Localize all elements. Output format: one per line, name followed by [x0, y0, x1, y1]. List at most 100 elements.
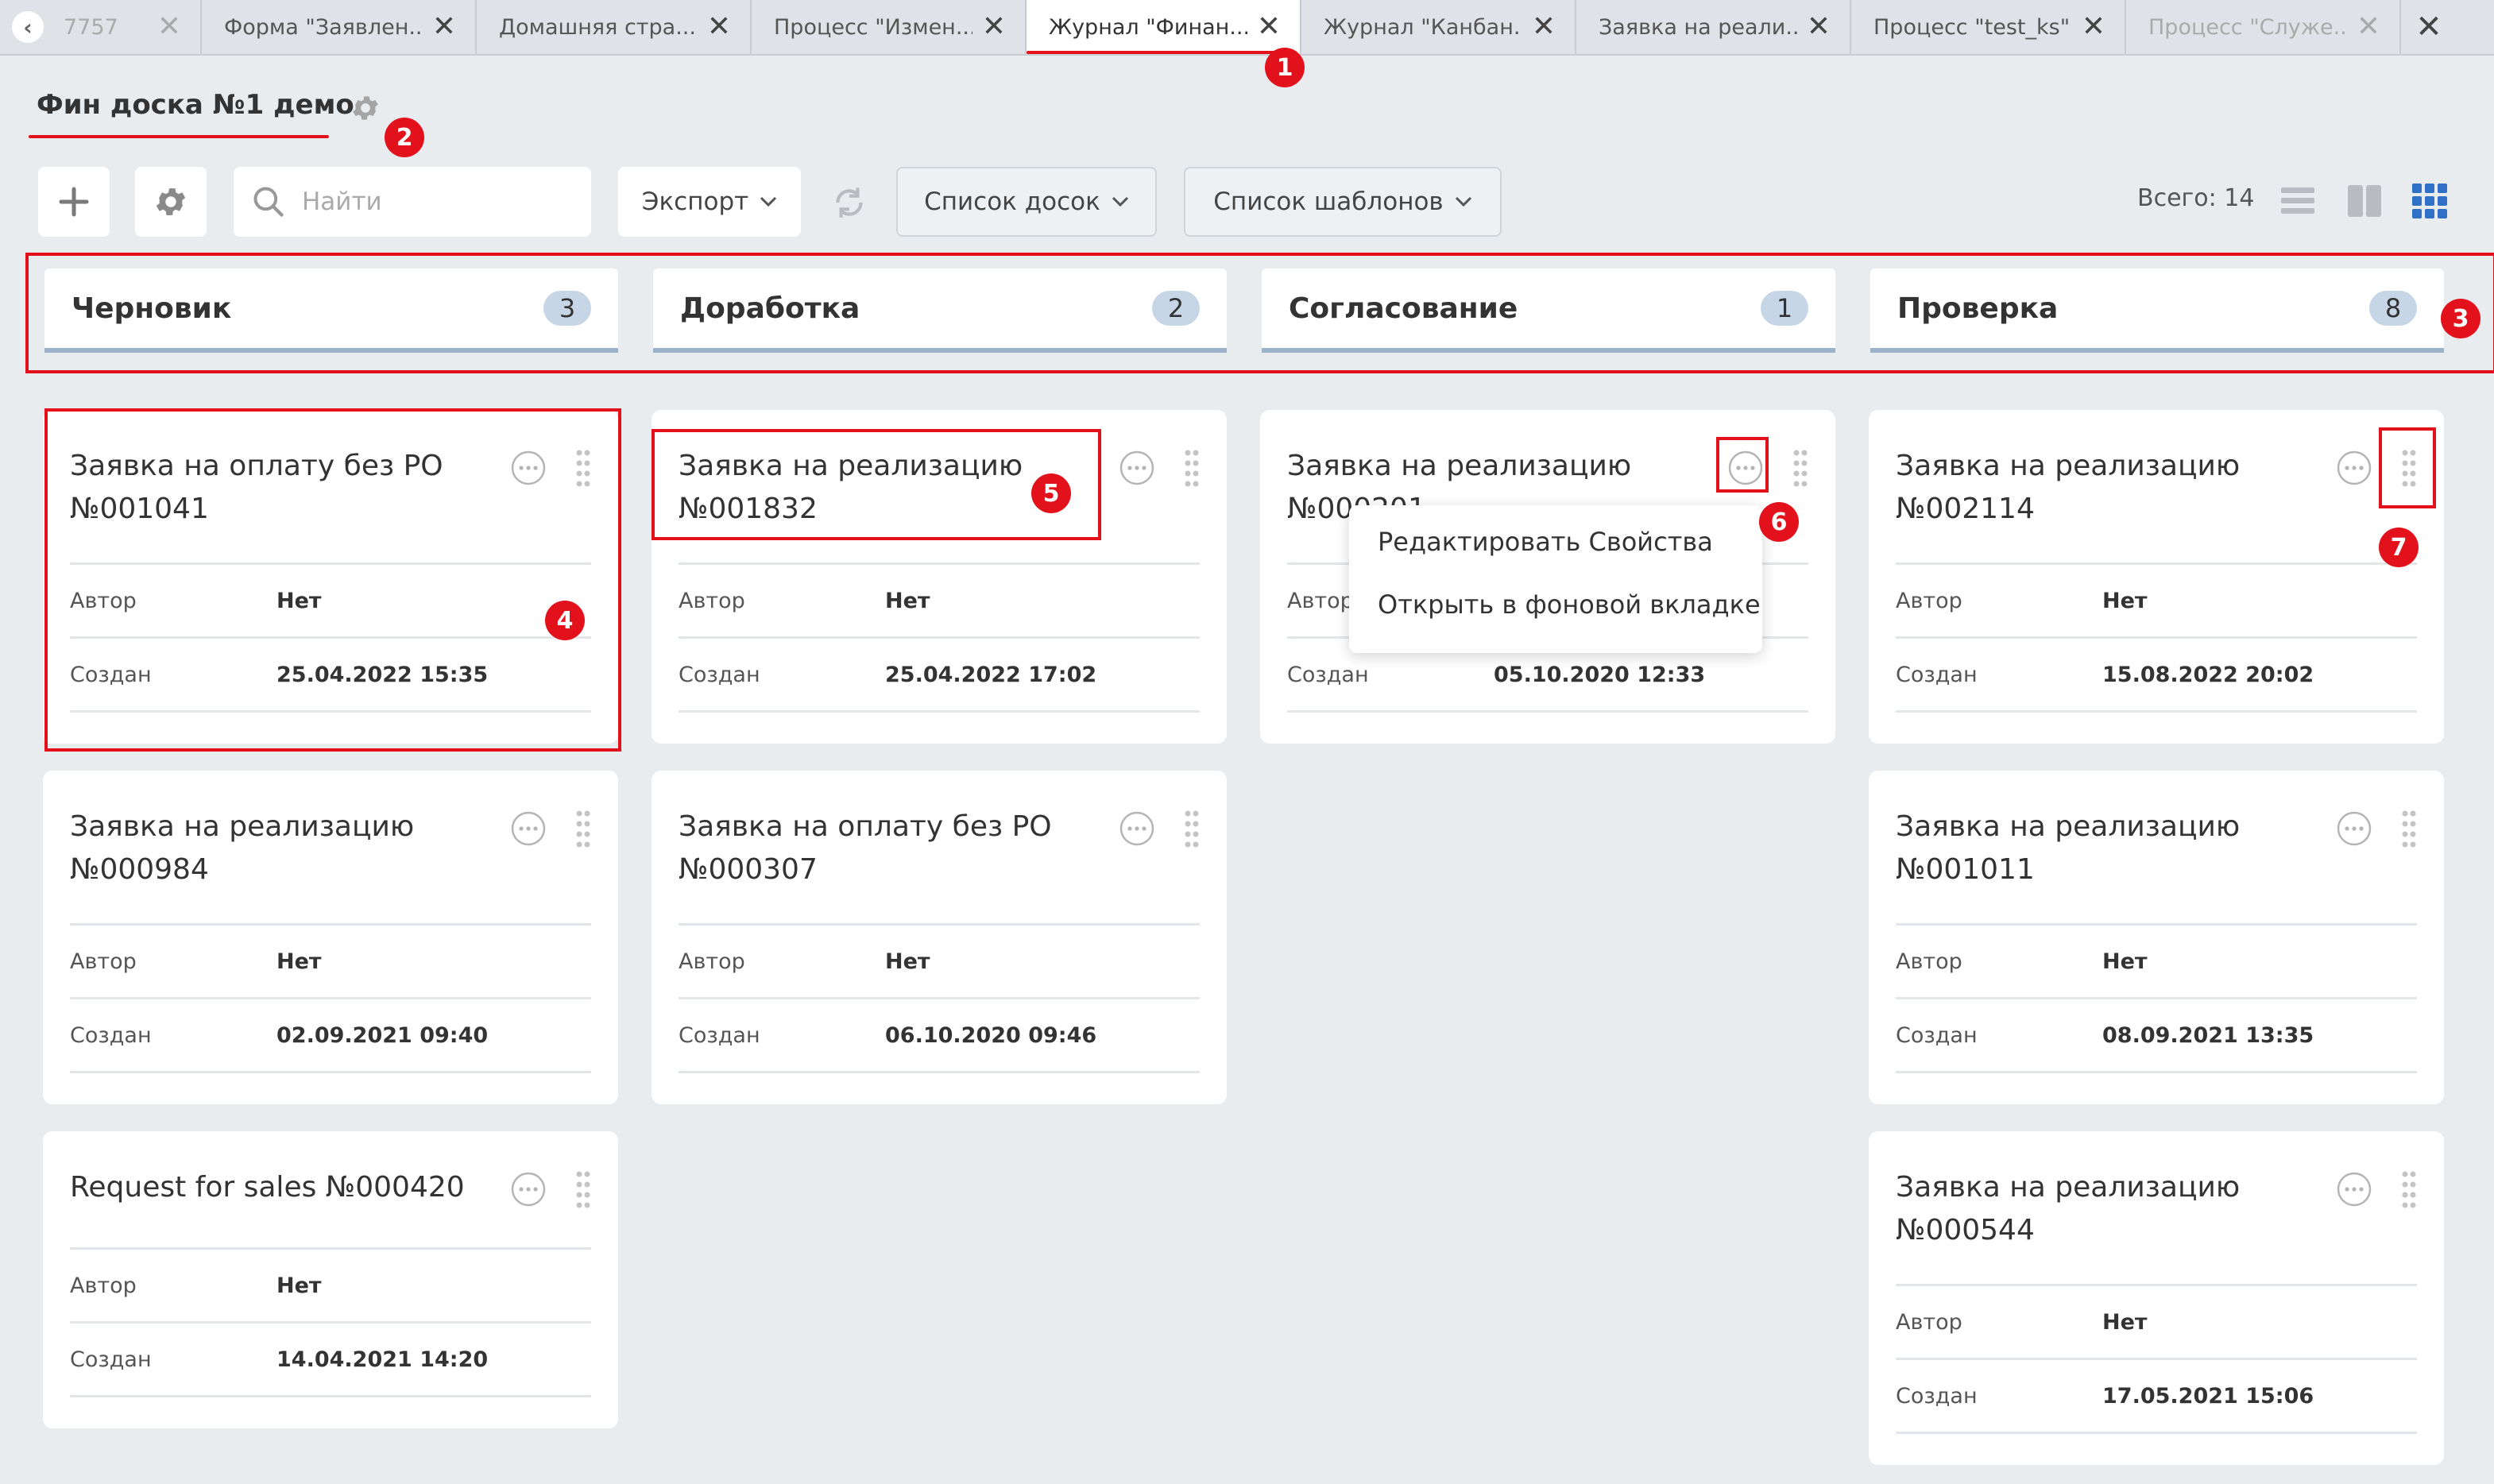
field-label: Создан: [70, 1347, 152, 1372]
field-label: Создан: [679, 1022, 760, 1048]
annotation-frame: [44, 408, 621, 752]
kanban-card[interactable]: Заявка на реализацию №000544 Автор Нет Со…: [1869, 1131, 2444, 1465]
annotation-badge: 7: [2379, 528, 2419, 567]
more-options-icon[interactable]: [510, 1171, 547, 1208]
field-value: Нет: [2102, 588, 2148, 613]
card-field-created: Создан 06.10.2020 09:46: [679, 997, 1200, 1073]
card-title[interactable]: Заявка на реализацию №000984: [70, 806, 499, 891]
close-icon[interactable]: ✕: [2357, 13, 2380, 41]
columns-view-icon: [2348, 185, 2381, 217]
field-value: Нет: [2102, 949, 2148, 974]
drag-handle-icon[interactable]: [1184, 809, 1200, 850]
close-icon[interactable]: ✕: [1807, 13, 1831, 41]
tab-item[interactable]: Заявка на реали... ✕: [1576, 0, 1851, 54]
menu-item-edit-properties[interactable]: Редактировать Свойства: [1349, 516, 1762, 567]
chevron-down-icon: [1112, 196, 1128, 207]
card-title[interactable]: Заявка на оплату без РО №000307: [679, 806, 1108, 891]
more-options-icon[interactable]: [2336, 450, 2372, 486]
field-label: Создан: [70, 1022, 152, 1048]
tab-label: Журнал "Канбан...: [1324, 14, 1522, 40]
field-label: Создан: [1896, 1383, 1978, 1409]
annotation-frame: [2379, 427, 2436, 508]
chevron-down-icon: [1455, 196, 1471, 207]
tab-label: Домашняя стра...: [499, 14, 696, 40]
tab-item[interactable]: Процесс "Служе... ✕: [2126, 0, 2401, 54]
more-options-icon[interactable]: [1119, 810, 1155, 847]
kanban-card[interactable]: Заявка на реализацию №001011 Автор Нет Со…: [1869, 771, 2444, 1104]
tabs-back-button[interactable]: ‹: [0, 0, 56, 54]
drag-handle-icon[interactable]: [575, 809, 591, 850]
menu-item-open-background-tab[interactable]: Открыть в фоновой вкладке: [1349, 567, 1762, 642]
more-options-icon[interactable]: [1119, 450, 1155, 486]
close-icon[interactable]: ✕: [432, 13, 456, 41]
close-icon[interactable]: ✕: [982, 13, 1006, 41]
card-context-menu: Редактировать Свойства Открыть в фоновой…: [1349, 505, 1762, 653]
annotation-badge: 4: [545, 601, 585, 640]
tab-item[interactable]: Журнал "Канбан... ✕: [1301, 0, 1576, 54]
board-settings-button[interactable]: [135, 167, 207, 237]
close-icon[interactable]: ✕: [157, 13, 181, 41]
kanban-card[interactable]: Заявка на реализацию №000984 Автор Нет Со…: [43, 771, 618, 1104]
kanban-card[interactable]: Заявка на оплату без РО №000307 Автор Нет…: [652, 771, 1227, 1104]
card-title[interactable]: Request for sales №000420: [70, 1166, 499, 1209]
annotation-badge: 2: [385, 118, 424, 157]
annotation-frame: [1716, 437, 1769, 493]
close-icon[interactable]: ✕: [707, 13, 731, 41]
annotation-underline: [29, 135, 329, 138]
more-options-icon[interactable]: [510, 810, 547, 847]
refresh-icon[interactable]: [829, 183, 869, 222]
card-title[interactable]: Заявка на реализацию №000544: [1896, 1166, 2325, 1252]
tab-item-active[interactable]: Журнал "Финан... ✕: [1027, 0, 1301, 54]
field-value: Нет: [885, 588, 930, 613]
tab-item[interactable]: Форма "Заявлен... ✕: [202, 0, 477, 54]
drag-handle-icon[interactable]: [2401, 809, 2417, 850]
annotation-frame: [25, 253, 2494, 373]
kanban-card[interactable]: Заявка на реализацию №002114 Автор Нет Со…: [1869, 410, 2444, 744]
search-input[interactable]: [300, 187, 574, 217]
templates-list-label: Список шаблонов: [1213, 187, 1444, 216]
list-view-icon: [2281, 187, 2314, 214]
card-field-created: Создан 15.08.2022 20:02: [1896, 636, 2417, 713]
tab-item[interactable]: Процесс "test_ks" ✕: [1851, 0, 2126, 54]
field-value: 06.10.2020 09:46: [885, 1022, 1097, 1048]
field-label: Автор: [679, 588, 745, 613]
field-label: Автор: [1896, 1309, 1962, 1335]
card-fields: Автор Нет Создан 02.09.2021 09:40: [70, 923, 591, 1073]
two-column-view-button[interactable]: [2342, 179, 2387, 223]
tab-label: Заявка на реали...: [1599, 14, 1797, 40]
kanban-card[interactable]: Request for sales №000420 Автор Нет Созда…: [43, 1131, 618, 1428]
gear-icon[interactable]: [350, 92, 381, 124]
field-value: Нет: [885, 949, 930, 974]
chevron-down-icon: [760, 196, 777, 207]
tab-item[interactable]: Домашняя стра... ✕: [477, 0, 752, 54]
annotation-badge: 6: [1759, 502, 1799, 542]
close-all-tabs-icon[interactable]: ✕: [2401, 0, 2457, 54]
boards-list-button[interactable]: Список досок: [896, 167, 1157, 237]
drag-handle-icon[interactable]: [1792, 448, 1808, 489]
list-view-button[interactable]: [2276, 179, 2320, 223]
tab-item[interactable]: Процесс "Измен... ✕: [752, 0, 1027, 54]
kanban-view-button[interactable]: [2407, 179, 2452, 223]
drag-handle-icon[interactable]: [1184, 448, 1200, 489]
card-title[interactable]: Заявка на реализацию №001011: [1896, 806, 2325, 891]
more-options-icon[interactable]: [2336, 1171, 2372, 1208]
card-field-author: Автор Нет: [1896, 923, 2417, 997]
drag-handle-icon[interactable]: [575, 1169, 591, 1211]
search-field[interactable]: [234, 167, 591, 237]
more-options-icon[interactable]: [2336, 810, 2372, 847]
templates-list-button[interactable]: Список шаблонов: [1184, 167, 1502, 237]
drag-handle-icon[interactable]: [2401, 1169, 2417, 1211]
card-title[interactable]: Заявка на реализацию №002114: [1896, 445, 2325, 531]
card-fields: Автор Нет Создан 25.04.2022 17:02: [679, 562, 1200, 713]
export-button[interactable]: Экспорт: [618, 167, 801, 237]
card-field-created: Создан 02.09.2021 09:40: [70, 997, 591, 1073]
tab-label: Журнал "Финан...: [1049, 14, 1247, 40]
chevron-left-icon: ‹: [12, 11, 44, 43]
card-field-created: Создан 08.09.2021 13:35: [1896, 997, 2417, 1073]
add-button[interactable]: [38, 167, 110, 237]
close-icon[interactable]: ✕: [1532, 13, 1556, 41]
tab-item[interactable]: 7757 ✕: [56, 0, 202, 54]
close-icon[interactable]: ✕: [2082, 13, 2105, 41]
field-label: Автор: [679, 949, 745, 974]
close-icon[interactable]: ✕: [1257, 13, 1281, 41]
